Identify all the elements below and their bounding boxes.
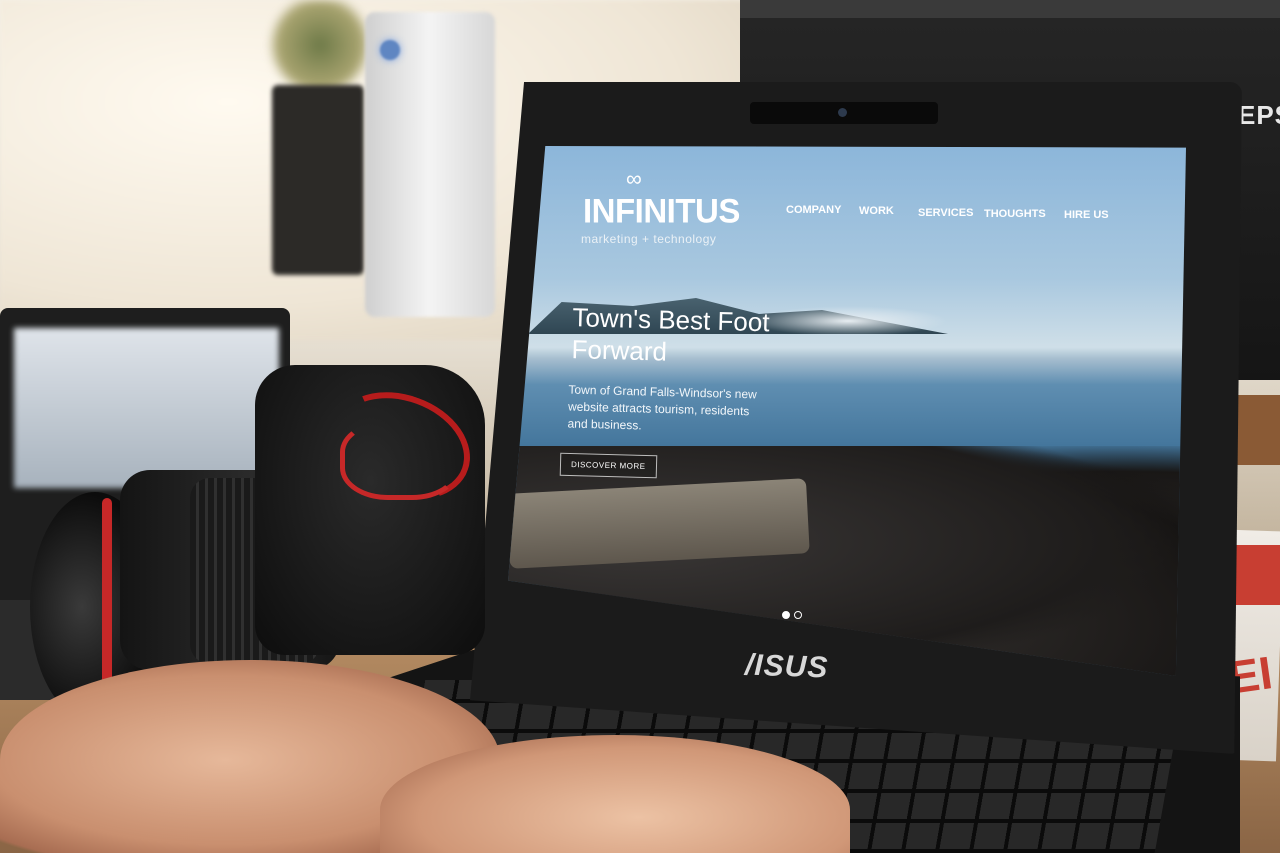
photo-scene: EPS XEI /ISUS ∞ INFINITUS marketing + te… [0, 0, 1280, 853]
hero-driftwood [508, 478, 810, 569]
camera-lens-red-ring [102, 498, 112, 688]
laptop-brand-logo: /ISUS [744, 648, 829, 685]
nav-services[interactable]: SERVICES [918, 207, 973, 219]
plant-pot [272, 85, 364, 275]
webcam-icon [838, 108, 847, 117]
nav-thoughts[interactable]: THOUGHTS [984, 208, 1046, 220]
nav-company[interactable]: COMPANY [786, 204, 841, 216]
hero-title: Town's Best Foot Forward [571, 302, 770, 367]
hero-description: Town of Grand Falls-Windsor's new websit… [567, 382, 757, 433]
site-tagline: marketing + technology [581, 232, 717, 246]
slider-dots [782, 611, 802, 619]
discover-more-button[interactable]: DISCOVER MORE [559, 452, 657, 479]
camera-strap-2 [340, 420, 460, 500]
nav-work[interactable]: WORK [859, 205, 894, 217]
plant [260, 0, 380, 90]
slider-dot-1[interactable] [782, 611, 790, 619]
router-light [380, 40, 400, 60]
printer-brand: EPS [1238, 100, 1280, 130]
site-logo[interactable]: INFINITUS [583, 191, 740, 231]
printer-top [740, 0, 1280, 18]
infinity-icon[interactable]: ∞ [626, 166, 642, 192]
nav-hire-us[interactable]: HIRE US [1064, 209, 1109, 221]
background-laptop-screen [14, 328, 279, 488]
slider-dot-2[interactable] [794, 611, 802, 619]
